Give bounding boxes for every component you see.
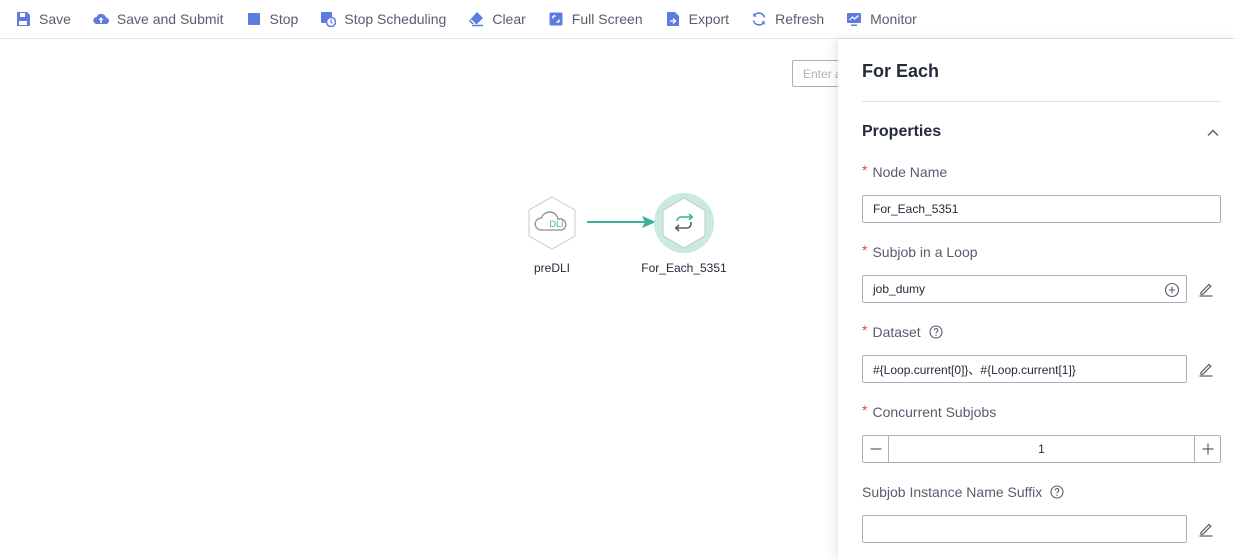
node-predli-label: preDLI	[533, 261, 571, 275]
suffix-input[interactable]	[862, 515, 1187, 543]
node-for-each[interactable]	[652, 191, 716, 255]
clear-label: Clear	[492, 11, 526, 27]
required-marker: *	[862, 402, 868, 418]
stop-scheduling-icon	[320, 11, 337, 27]
fullscreen-icon	[548, 11, 564, 27]
refresh-icon	[751, 11, 767, 27]
subjob-select[interactable]: job_dumy	[862, 275, 1187, 303]
clear-button[interactable]: Clear	[468, 0, 526, 39]
dataset-input[interactable]: #{Loop.current[0]}、#{Loop.current[1]}	[862, 355, 1187, 383]
refresh-label: Refresh	[775, 11, 825, 27]
stop-scheduling-label: Stop Scheduling	[344, 11, 447, 27]
eraser-icon	[468, 11, 484, 27]
node-name-value: For_Each_5351	[873, 202, 959, 216]
subjob-label-text: Subjob in a Loop	[872, 244, 978, 260]
dli-icon-text: DLI	[549, 219, 563, 229]
concurrent-label-text: Concurrent Subjobs	[872, 404, 997, 420]
help-icon[interactable]	[929, 325, 943, 339]
required-marker: *	[862, 162, 868, 178]
dataset-edit-icon[interactable]	[1198, 361, 1214, 377]
save-icon	[15, 11, 31, 27]
properties-panel: For Each Properties * Node Name For_Each…	[838, 39, 1235, 560]
node-name-label-text: Node Name	[872, 164, 948, 180]
full-screen-button[interactable]: Full Screen	[548, 0, 643, 39]
subjob-edit-icon[interactable]	[1198, 281, 1214, 297]
concurrent-label: * Concurrent Subjobs	[862, 402, 997, 420]
suffix-label: Subjob Instance Name Suffix	[862, 484, 1064, 500]
chevron-up-icon[interactable]	[1205, 125, 1221, 141]
save-label: Save	[39, 11, 71, 27]
loop-icon	[654, 193, 714, 253]
add-circle-icon[interactable]	[1164, 282, 1180, 298]
monitor-button[interactable]: Monitor	[846, 0, 917, 39]
stop-icon	[246, 11, 262, 27]
export-label: Export	[688, 11, 730, 27]
edge-arrow	[587, 216, 656, 228]
panel-title: For Each	[862, 61, 940, 81]
stop-label: Stop	[269, 11, 299, 27]
required-marker: *	[862, 242, 868, 258]
save-and-submit-label: Save and Submit	[116, 11, 224, 27]
panel-divider	[862, 101, 1221, 102]
toolbar: Save Save and Submit Stop Stop Schedulin…	[0, 0, 1235, 39]
concurrent-value[interactable]: 1	[889, 436, 1194, 462]
stop-button[interactable]: Stop	[246, 0, 299, 39]
subjob-value: job_dumy	[873, 282, 926, 296]
export-icon	[665, 11, 681, 27]
stop-scheduling-button[interactable]: Stop Scheduling	[320, 0, 446, 39]
required-marker: *	[862, 322, 868, 338]
monitor-label: Monitor	[870, 11, 917, 27]
refresh-button[interactable]: Refresh	[751, 0, 824, 39]
suffix-edit-icon[interactable]	[1198, 521, 1214, 537]
dli-icon: DLI	[528, 196, 576, 250]
full-screen-label: Full Screen	[571, 11, 643, 27]
node-predli[interactable]: DLI	[527, 196, 577, 250]
node-search-placeholder: Enter a	[803, 67, 842, 81]
help-icon[interactable]	[1050, 485, 1064, 499]
plus-icon	[1202, 443, 1213, 455]
cloud-upload-icon	[93, 11, 109, 27]
decrement-button[interactable]	[863, 436, 889, 462]
concurrent-stepper: 1	[862, 435, 1221, 463]
minus-icon	[870, 448, 881, 450]
save-button[interactable]: Save	[15, 0, 71, 39]
increment-button[interactable]	[1194, 436, 1220, 462]
section-title-properties: Properties	[862, 123, 942, 140]
monitor-icon	[846, 11, 862, 27]
dataset-label: * Dataset	[862, 322, 943, 340]
dataset-label-text: Dataset	[872, 324, 921, 340]
node-name-label: * Node Name	[862, 162, 948, 180]
suffix-label-text: Subjob Instance Name Suffix	[862, 484, 1043, 500]
save-and-submit-button[interactable]: Save and Submit	[93, 0, 224, 39]
export-button[interactable]: Export	[665, 0, 729, 39]
node-name-input[interactable]: For_Each_5351	[862, 195, 1221, 223]
dataset-value: #{Loop.current[0]}、#{Loop.current[1]}	[873, 362, 1076, 377]
subjob-label: * Subjob in a Loop	[862, 242, 978, 260]
node-for-each-label: For_Each_5351	[641, 261, 727, 275]
workflow-canvas[interactable]: Enter a DLI preDLI For_Each_5351	[0, 40, 852, 560]
